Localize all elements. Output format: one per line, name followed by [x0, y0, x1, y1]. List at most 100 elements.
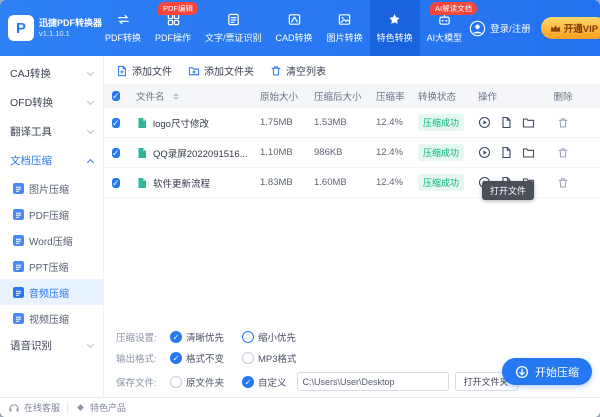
original-folder-radio[interactable]: 原文件夹	[170, 375, 224, 389]
shrink-priority-radio[interactable]: 缩小优先	[242, 330, 296, 344]
open-vip-button[interactable]: 开通VIP	[541, 17, 600, 39]
sidebar-group-caj[interactable]: CAJ转换	[0, 59, 103, 88]
nav-label: PDF操作	[155, 31, 191, 44]
nav-cad-convert[interactable]: CAD转换	[269, 0, 320, 56]
sort-icon[interactable]	[173, 93, 179, 100]
custom-folder-radio[interactable]: ✓ 自定义	[242, 375, 287, 389]
file-name: 软件更新流程	[153, 176, 210, 190]
radio-label: MP3格式	[258, 351, 297, 365]
header-actions: 操作	[478, 89, 550, 103]
header-ratio: 压缩率	[376, 89, 418, 103]
file-icon	[136, 147, 148, 159]
open-file-icon[interactable]	[500, 116, 513, 129]
login-label: 登录/注册	[490, 21, 531, 35]
sidebar-item-video-compress[interactable]: 视频压缩	[0, 305, 103, 331]
compress-ratio: 12.4%	[376, 147, 418, 158]
online-service-button[interactable]: 在线客服	[8, 401, 60, 414]
document-scan-icon	[226, 12, 241, 27]
nav-image-convert[interactable]: 图片转换	[320, 0, 370, 56]
sidebar-item-image-compress[interactable]: 图片压缩	[0, 175, 103, 201]
mp3-format-radio[interactable]: MP3格式	[242, 351, 297, 365]
table-row: ✓ 软件更新流程 1.83MB 1.60MB 12.4% 压缩成功 打开文件	[104, 168, 600, 198]
original-size: 1.75MB	[260, 117, 314, 128]
online-service-label: 在线客服	[24, 401, 60, 414]
nav-label: PDF转换	[105, 31, 141, 44]
sidebar-item-pdf-compress[interactable]: PDF压缩	[0, 201, 103, 227]
open-file-icon[interactable]	[500, 146, 513, 159]
brand: P 迅捷PDF转换器 v1.1.10.1	[0, 0, 98, 56]
clear-list-button[interactable]: 清空列表	[270, 63, 326, 78]
sidebar-item-label: PPT压缩	[29, 259, 68, 274]
output-format-label: 输出格式:	[116, 351, 170, 365]
sidebar-group-ofd[interactable]: OFD转换	[0, 88, 103, 117]
add-folder-button[interactable]: 添加文件夹	[188, 63, 254, 78]
row-checkbox[interactable]: ✓	[112, 178, 120, 188]
clear-list-label: 清空列表	[286, 63, 326, 78]
sidebar-item-audio-compress[interactable]: 音频压缩	[0, 279, 103, 305]
app-window: P 迅捷PDF转换器 v1.1.10.1 PDF转换 PDF操作 文字/票证识别…	[0, 0, 600, 417]
nav-ocr[interactable]: 文字/票证识别	[198, 0, 269, 56]
convert-arrows-icon	[116, 12, 131, 27]
image-icon	[337, 12, 352, 27]
audio-compress-icon	[13, 287, 24, 298]
compress-ratio: 12.4%	[376, 117, 418, 128]
keep-format-radio[interactable]: ✓ 格式不变	[170, 351, 224, 365]
radio-label: 缩小优先	[258, 330, 296, 344]
app-body: CAJ转换 OFD转换 翻译工具 文档压缩 图片压缩 PDF压缩	[0, 56, 600, 397]
open-folder-icon[interactable]	[522, 146, 535, 159]
word-compress-icon	[13, 235, 24, 246]
group-label: 语音识别	[10, 338, 52, 353]
table-header: ✓ 文件名 原始大小 压缩后大小 压缩率 转换状态 操作 删除	[104, 84, 600, 108]
sidebar-item-label: 音频压缩	[29, 285, 69, 300]
radio-circle-icon	[170, 376, 182, 388]
radio-label: 自定义	[258, 375, 287, 389]
sidebar-item-word-compress[interactable]: Word压缩	[0, 227, 103, 253]
featured-products-button[interactable]: 特色产品	[75, 401, 126, 414]
header-original-size: 原始大小	[260, 89, 314, 103]
star-icon	[387, 12, 402, 27]
sidebar-group-doc-compress[interactable]: 文档压缩	[0, 146, 103, 175]
group-label: 文档压缩	[10, 153, 52, 168]
delete-icon[interactable]	[557, 147, 569, 159]
open-folder-icon[interactable]	[522, 116, 535, 129]
add-file-label: 添加文件	[132, 63, 172, 78]
header-status: 转换状态	[418, 89, 478, 103]
row-checkbox[interactable]: ✓	[112, 148, 120, 158]
sidebar-group-translate[interactable]: 翻译工具	[0, 117, 103, 146]
add-file-button[interactable]: 添加文件	[116, 63, 172, 78]
nav-pdf-convert[interactable]: PDF转换	[98, 0, 148, 56]
select-all-checkbox[interactable]: ✓	[112, 91, 120, 101]
delete-icon[interactable]	[557, 177, 569, 189]
start-compress-label: 开始压缩	[535, 364, 579, 380]
sidebar-group-speech[interactable]: 语音识别	[0, 331, 103, 360]
compress-setting-row: 压缩设置: ✓ 清晰优先 缩小优先	[116, 330, 588, 344]
row-checkbox[interactable]: ✓	[112, 118, 120, 128]
nav-special-convert[interactable]: 特色转换	[370, 0, 420, 56]
compress-ratio: 12.4%	[376, 177, 418, 188]
file-name: logo尺寸修改	[153, 116, 209, 130]
divider	[67, 403, 68, 413]
radio-check-icon: ✓	[242, 376, 254, 388]
sidebar-item-label: 图片压缩	[29, 181, 69, 196]
radio-label: 清晰优先	[186, 330, 224, 344]
radio-check-icon: ✓	[170, 352, 182, 364]
avatar-icon	[469, 20, 486, 37]
start-compress-button[interactable]: 开始压缩	[502, 358, 592, 385]
app-title: 迅捷PDF转换器	[39, 18, 102, 29]
trash-icon	[270, 65, 282, 77]
save-path-input[interactable]	[297, 372, 449, 391]
file-name: QQ录屏2022091516...	[153, 146, 248, 160]
play-file-icon[interactable]	[478, 116, 491, 129]
play-file-icon[interactable]	[478, 146, 491, 159]
sidebar-item-ppt-compress[interactable]: PPT压缩	[0, 253, 103, 279]
clarity-priority-radio[interactable]: ✓ 清晰优先	[170, 330, 224, 344]
login-register-button[interactable]: 登录/注册	[469, 20, 531, 37]
add-folder-label: 添加文件夹	[204, 63, 254, 78]
file-plus-icon	[116, 65, 128, 77]
delete-icon[interactable]	[557, 117, 569, 129]
chevron-down-icon	[87, 127, 94, 134]
radio-circle-icon	[242, 352, 254, 364]
pdf-compress-icon	[13, 209, 24, 220]
file-toolbar: 添加文件 添加文件夹 清空列表	[104, 56, 600, 84]
diamond-icon	[75, 402, 86, 413]
